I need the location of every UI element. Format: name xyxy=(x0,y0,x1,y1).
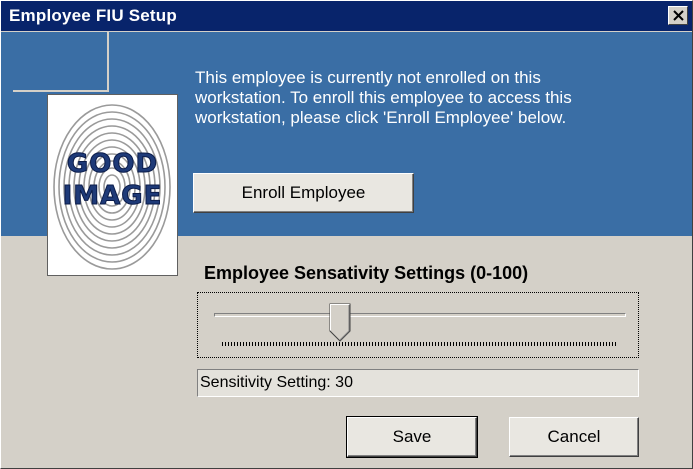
employee-fiu-setup-dialog: Employee FIU Setup This employee is curr… xyxy=(0,0,693,469)
slider-ticks xyxy=(222,342,616,346)
enroll-employee-button[interactable]: Enroll Employee xyxy=(193,173,414,213)
close-icon xyxy=(673,10,684,21)
divider-vertical xyxy=(107,32,109,90)
close-button[interactable] xyxy=(668,6,688,25)
slider-thumb[interactable] xyxy=(329,303,351,343)
sensitivity-setting-status: Sensitivity Setting: 30 xyxy=(197,369,639,397)
divider-horizontal xyxy=(13,90,109,92)
message-line: workstation, please click 'Enroll Employ… xyxy=(195,108,567,127)
title-bar[interactable]: Employee FIU Setup xyxy=(1,1,692,31)
image-quality-label: IMAGE xyxy=(62,181,163,212)
enrollment-message: This employee is currently not enrolled … xyxy=(195,68,675,128)
cancel-button[interactable]: Cancel xyxy=(509,417,639,457)
window-title: Employee FIU Setup xyxy=(9,6,177,25)
sensitivity-settings-title: Employee Sensativity Settings (0-100) xyxy=(204,263,529,283)
image-quality-label: GOOD xyxy=(66,149,159,180)
save-button[interactable]: Save xyxy=(346,416,478,458)
sensitivity-slider[interactable] xyxy=(197,292,639,358)
message-line: workstation. To enroll this employee to … xyxy=(195,88,572,107)
fingerprint-image-card: GOOD IMAGE xyxy=(47,94,178,276)
message-line: This employee is currently not enrolled … xyxy=(195,68,541,87)
slider-track[interactable] xyxy=(214,313,626,317)
